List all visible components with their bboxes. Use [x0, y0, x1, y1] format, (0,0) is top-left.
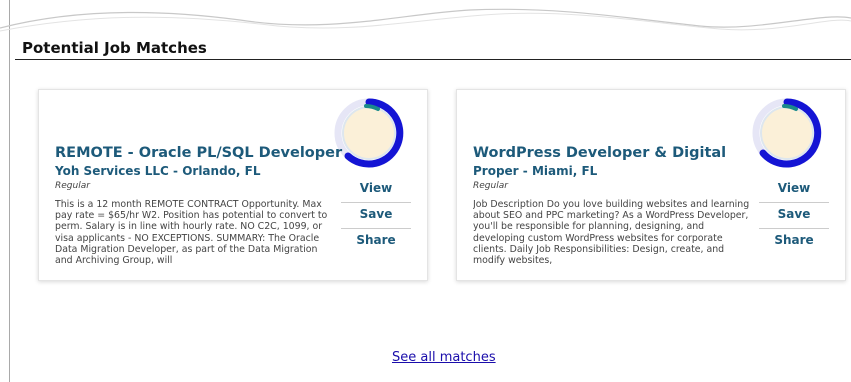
section-title: Potential Job Matches	[15, 40, 851, 60]
save-button[interactable]: Save	[341, 203, 411, 229]
company-location: Proper - Miami, FL	[473, 164, 598, 178]
job-actions: View Save Share	[759, 177, 829, 255]
job-type: Regular	[473, 181, 508, 191]
share-button[interactable]: Share	[759, 229, 829, 255]
job-title[interactable]: REMOTE - Oracle PL/SQL Developer	[55, 145, 355, 161]
torn-paper-edge	[0, 8, 851, 32]
job-title[interactable]: WordPress Developer & Digital	[473, 145, 773, 161]
view-button[interactable]: View	[759, 177, 829, 203]
job-actions: View Save Share	[341, 177, 411, 255]
job-card: REMOTE - Oracle PL/SQL Developer Yoh Ser…	[38, 89, 428, 281]
share-button[interactable]: Share	[341, 229, 411, 255]
company-location: Yoh Services LLC - Orlando, FL	[55, 164, 261, 178]
job-description: Job Description Do you love building web…	[473, 199, 750, 267]
save-button[interactable]: Save	[759, 203, 829, 229]
see-all-matches-link[interactable]: See all matches	[392, 350, 496, 365]
job-description: This is a 12 month REMOTE CONTRACT Oppor…	[55, 199, 328, 267]
view-button[interactable]: View	[341, 177, 411, 203]
job-type: Regular	[55, 181, 90, 191]
job-card: WordPress Developer & Digital Proper - M…	[456, 89, 846, 281]
